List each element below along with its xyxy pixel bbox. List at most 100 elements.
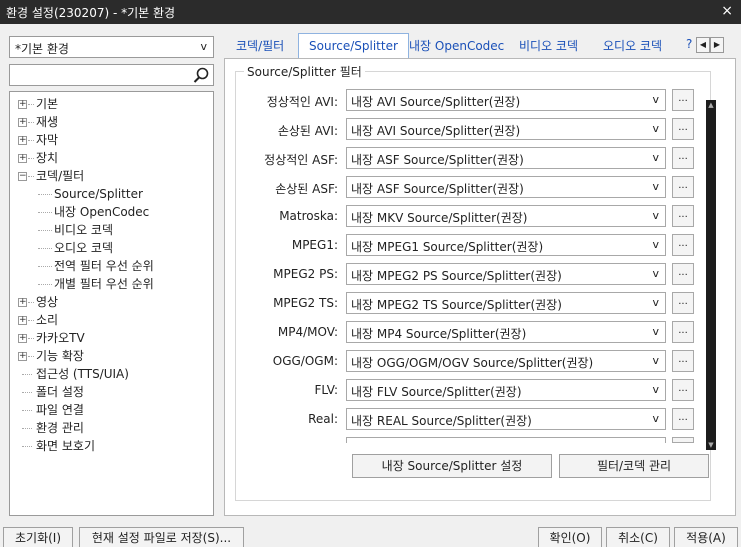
tree-item[interactable]: 폴더 설정	[10, 383, 213, 401]
splitter-more-button[interactable]: ...	[672, 263, 694, 285]
splitter-select[interactable]: 내장 MP4 Source/Splitter(권장) v	[346, 321, 666, 343]
splitter-select[interactable]: 내장 MKV Source/Splitter(권장) v	[346, 205, 666, 227]
tree-item[interactable]: 접근성 (TTS/UIA)	[10, 365, 213, 383]
expand-icon[interactable]: +	[18, 154, 27, 163]
splitter-select-value: 내장 AVI Source/Splitter(권장)	[351, 95, 521, 109]
collapse-icon[interactable]: −	[18, 172, 27, 181]
expand-icon[interactable]: +	[18, 352, 27, 361]
splitter-select[interactable]: 내장 OGG/OGM/OGV Source/Splitter(권장) v	[346, 350, 666, 372]
splitter-more-button[interactable]: ...	[672, 118, 694, 140]
chevron-down-icon: v	[652, 412, 659, 425]
group-title: Source/Splitter 필터	[244, 63, 365, 80]
cancel-button[interactable]: 취소(C)	[606, 527, 670, 547]
splitter-select[interactable]: 내장 ASF Source/Splitter(권장) v	[346, 176, 666, 198]
save-current-file-button[interactable]: 현재 설정 파일로 저장(S)...	[79, 527, 244, 547]
expand-icon[interactable]: +	[18, 118, 27, 127]
splitter-more-button[interactable]: ...	[672, 408, 694, 430]
splitter-select-value: 내장 FLV Source/Splitter(권장)	[351, 385, 522, 399]
tab-codec-filter[interactable]: 코덱/필터	[236, 37, 284, 57]
splitter-more-button[interactable]: ...	[672, 147, 694, 169]
tree-item[interactable]: 파일 연결	[10, 401, 213, 419]
expand-icon[interactable]: +	[18, 136, 27, 145]
splitter-row: 정상적인 AVI: 내장 AVI Source/Splitter(권장) v...	[236, 89, 706, 111]
tree-item-label: 환경 관리	[36, 421, 84, 435]
tree-item[interactable]: 오디오 코덱	[10, 239, 213, 257]
expand-icon[interactable]: +	[18, 334, 27, 343]
tab-opencodec[interactable]: 내장 OpenCodec	[409, 37, 504, 57]
splitter-select-value: 내장 ASF Source/Splitter(권장)	[351, 182, 524, 196]
splitter-more-button[interactable]: ...	[672, 205, 694, 227]
tree-item-label: 폴더 설정	[36, 385, 84, 399]
tree-item[interactable]: + 소리	[10, 311, 213, 329]
search-input[interactable]	[9, 64, 214, 86]
splitter-select[interactable]: 내장 FLV Source/Splitter(권장) v	[346, 379, 666, 401]
tree-item-label: 접근성 (TTS/UIA)	[36, 367, 129, 381]
tree-item[interactable]: + 영상	[10, 293, 213, 311]
reset-button[interactable]: 초기화(I)	[3, 527, 73, 547]
expand-icon[interactable]: +	[18, 298, 27, 307]
search-icon[interactable]	[192, 66, 210, 84]
tree-connector	[22, 410, 32, 411]
splitter-row: OGG/OGM: 내장 OGG/OGM/OGV Source/Splitter(권…	[236, 350, 706, 372]
splitter-select[interactable]: 내장 ASF Source/Splitter(권장) v	[346, 147, 666, 169]
tree-item[interactable]: 전역 필터 우선 순위	[10, 257, 213, 275]
tree-item-label: Source/Splitter	[54, 187, 143, 201]
splitter-more-button[interactable]: ...	[672, 176, 694, 198]
scroll-up-icon[interactable]: ▲	[706, 100, 716, 110]
title-bar: 환경 설정(230207) - *기본 환경 ×	[0, 0, 741, 24]
tab-next-icon[interactable]: ▶	[710, 37, 724, 53]
tree-item-label: 기본	[36, 97, 59, 111]
tab-more[interactable]: ?	[686, 37, 692, 57]
tree-item[interactable]: − 코덱/필터	[10, 167, 213, 185]
splitter-row: MPEG2 PS: 내장 MPEG2 PS Source/Splitter(권장)…	[236, 263, 706, 285]
tab-source-splitter[interactable]: Source/Splitter	[298, 33, 409, 59]
splitter-select[interactable]: 내장 AVI Source/Splitter(권장) v	[346, 118, 666, 140]
preset-dropdown[interactable]: *기본 환경 v	[9, 36, 214, 58]
chevron-down-icon: v	[652, 122, 659, 135]
tree-item[interactable]: + 기능 확장	[10, 347, 213, 365]
splitter-group: Source/Splitter 필터 ▲ ▼ 정상적인 AVI: 내장 AVI S…	[235, 63, 716, 501]
splitter-settings-button[interactable]: 내장 Source/Splitter 설정	[352, 454, 552, 478]
splitter-row-label: MPEG2 TS:	[273, 296, 338, 310]
splitter-row-label: Real:	[308, 412, 338, 426]
expand-icon[interactable]: +	[18, 316, 27, 325]
splitter-select[interactable]	[346, 437, 666, 443]
tree-item[interactable]: 내장 OpenCodec	[10, 203, 213, 221]
tree-item[interactable]: + 기본	[10, 95, 213, 113]
tree-item[interactable]: Source/Splitter	[10, 185, 213, 203]
close-icon[interactable]: ×	[721, 3, 733, 19]
tree-item[interactable]: + 재생	[10, 113, 213, 131]
filter-codec-manage-button[interactable]: 필터/코덱 관리	[559, 454, 709, 478]
splitter-select[interactable]: 내장 MPEG2 TS Source/Splitter(권장) v	[346, 292, 666, 314]
tree-item[interactable]: + 자막	[10, 131, 213, 149]
tree-item[interactable]: 환경 관리	[10, 419, 213, 437]
tree-connector	[22, 392, 32, 393]
splitter-more-button[interactable]: ...	[672, 234, 694, 256]
splitter-more-button[interactable]: ...	[672, 379, 694, 401]
expand-icon[interactable]: +	[18, 100, 27, 109]
tab-prev-icon[interactable]: ◀	[696, 37, 710, 53]
splitter-more-button[interactable]: ...	[672, 292, 694, 314]
tree-item[interactable]: 비디오 코덱	[10, 221, 213, 239]
splitter-select[interactable]: 내장 MPEG2 PS Source/Splitter(권장) v	[346, 263, 666, 285]
tree-item-label: 코덱/필터	[36, 169, 85, 183]
splitter-more-button[interactable]: ...	[672, 89, 694, 111]
scroll-down-icon[interactable]: ▼	[706, 440, 716, 450]
splitter-select[interactable]: 내장 AVI Source/Splitter(권장) v	[346, 89, 666, 111]
splitter-more-button[interactable]: ...	[672, 350, 694, 372]
apply-button[interactable]: 적용(A)	[674, 527, 738, 547]
tree-item[interactable]: 화면 보호기	[10, 437, 213, 455]
tab-audio-codec[interactable]: 오디오 코덱	[603, 37, 662, 57]
tree-connector	[28, 320, 34, 321]
chevron-down-icon: v	[652, 209, 659, 222]
splitter-select[interactable]: 내장 MPEG1 Source/Splitter(권장) v	[346, 234, 666, 256]
ok-button[interactable]: 확인(O)	[538, 527, 602, 547]
vertical-scrollbar[interactable]: ▲ ▼	[706, 100, 716, 450]
tree-item[interactable]: 개별 필터 우선 순위	[10, 275, 213, 293]
tree-item[interactable]: + 장치	[10, 149, 213, 167]
tree-item[interactable]: + 카카오TV	[10, 329, 213, 347]
splitter-select[interactable]: 내장 REAL Source/Splitter(권장) v	[346, 408, 666, 430]
tab-video-codec[interactable]: 비디오 코덱	[519, 37, 578, 57]
splitter-more-button[interactable]	[672, 437, 694, 443]
splitter-more-button[interactable]: ...	[672, 321, 694, 343]
